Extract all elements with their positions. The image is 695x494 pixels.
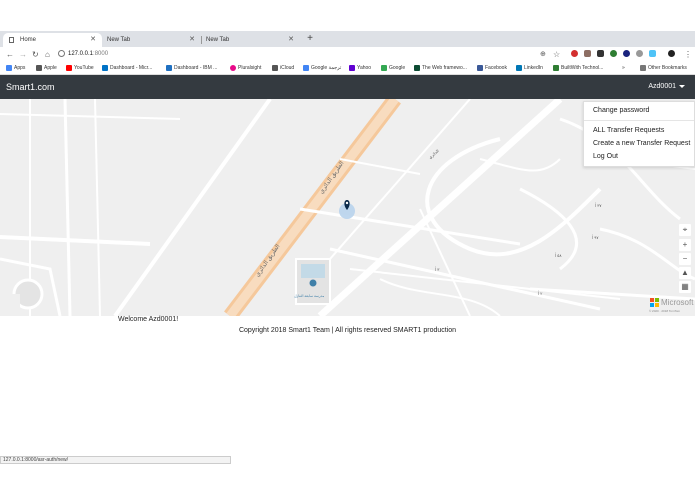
tab-title: New Tab	[107, 37, 131, 43]
welcome-message: Welcome Azd0001!	[118, 316, 179, 323]
site-info-icon[interactable]	[58, 49, 65, 57]
tab-home[interactable]: Home ✕	[3, 33, 102, 47]
bookmark-google-translate[interactable]: Google ترجمة	[303, 62, 341, 74]
apps-grid-icon	[6, 65, 12, 71]
create-transfer-request-link[interactable]: Create a new Transfer Request	[593, 140, 690, 147]
bookmark-star-icon[interactable]: ☆	[553, 47, 560, 62]
web-framework-icon	[414, 65, 420, 71]
azure-icon	[102, 65, 108, 71]
folder-icon	[640, 65, 646, 71]
locate-me-button[interactable]: ⌖	[679, 224, 691, 236]
google-icon	[381, 65, 387, 71]
tab-new-2[interactable]: New Tab ✕	[201, 33, 300, 47]
microsoft-logo-icon	[650, 298, 659, 307]
poi-label: مدرسة سابقة التنازل	[294, 293, 324, 298]
yahoo-icon	[349, 65, 355, 71]
address-bar[interactable]: 127.0.0.1:8000	[58, 48, 528, 60]
home-icon[interactable]: ⌂	[45, 47, 50, 62]
forward-arrow-icon[interactable]: →	[19, 47, 27, 62]
street-label: ٥٨ أ	[555, 252, 562, 258]
user-dropdown-menu: Change password ALL Transfer Requests Cr…	[583, 101, 695, 167]
zoom-in-button[interactable]: +	[679, 239, 691, 251]
bookmark-linkedin[interactable]: LinkedIn	[516, 62, 543, 74]
street-label: ٢ أ	[538, 290, 542, 296]
google-translate-icon	[303, 65, 309, 71]
ibm-icon	[166, 65, 172, 71]
username: Azd0001	[648, 83, 676, 90]
extension-icon[interactable]	[584, 50, 591, 57]
window-top	[0, 0, 695, 31]
zoom-out-button[interactable]: −	[679, 253, 691, 265]
other-bookmarks[interactable]: Other Bookmarks	[640, 62, 687, 74]
extension-blue-icon[interactable]	[623, 50, 630, 57]
app-navbar: Smart1.com Azd0001	[0, 75, 695, 99]
facebook-icon	[477, 65, 483, 71]
new-tab-button[interactable]: +	[305, 31, 315, 47]
brand-link[interactable]: Smart1.com	[6, 75, 55, 99]
bookmark-web-framework[interactable]: The Web framewo...	[414, 62, 467, 74]
avatar[interactable]	[668, 50, 675, 57]
bookmarks-bar: Apps Apple YouTube Dashboard - Micr... D…	[0, 62, 695, 75]
map-provider-label: Microsoft	[661, 298, 694, 307]
bookmark-dashboard-ibm[interactable]: Dashboard - IBM ...	[166, 62, 217, 74]
back-arrow-icon[interactable]: ←	[6, 47, 14, 62]
tab-title: New Tab	[206, 37, 230, 43]
bookmark-google[interactable]: Google	[381, 62, 405, 74]
footer-copyright: Copyright 2018 Smart1 Team | All rights …	[238, 327, 457, 334]
bookmarks-overflow-icon[interactable]: »	[622, 62, 625, 74]
location-icon[interactable]: ⊕	[540, 47, 546, 62]
tab-strip: Home ✕ New Tab ✕ New Tab ✕	[0, 31, 695, 47]
bookmark-dashboard-microsoft[interactable]: Dashboard - Micr...	[102, 62, 152, 74]
status-bar-url: 127.0.0.1:8000/asr-auth/new/	[0, 456, 231, 464]
all-transfer-requests-link[interactable]: ALL Transfer Requests	[593, 127, 664, 134]
extension-green-icon[interactable]	[610, 50, 617, 57]
bookmark-facebook[interactable]: Facebook	[477, 62, 507, 74]
url-port: :8000	[93, 51, 109, 57]
street-label: ٣٧ أ	[595, 202, 602, 208]
extension-grey-icon[interactable]	[636, 50, 643, 57]
linkedin-icon	[516, 65, 522, 71]
close-icon[interactable]: ✕	[189, 33, 195, 47]
bookmark-yahoo[interactable]: Yahoo	[349, 62, 371, 74]
compass-button[interactable]: ▲	[679, 267, 691, 279]
map-copyright: © 2020 · 2018 TomTom	[649, 309, 681, 313]
pluralsight-icon	[230, 65, 236, 71]
change-password-link[interactable]: Change password	[593, 107, 649, 114]
reload-icon[interactable]: ↻	[32, 47, 39, 62]
bookmark-youtube[interactable]: YouTube	[66, 62, 94, 74]
extension-translate-icon[interactable]	[649, 50, 656, 57]
bookmark-builtwith[interactable]: BuiltWith Technol...	[553, 62, 603, 74]
apple-icon	[36, 65, 42, 71]
bookmark-icloud[interactable]: iCloud	[272, 62, 294, 74]
more-menu-icon[interactable]: ⋮	[684, 47, 692, 62]
bookmark-apps[interactable]: Apps	[6, 62, 25, 74]
icloud-icon	[272, 65, 278, 71]
address-toolbar: ← → ↻ ⌂ 127.0.0.1:8000 ⊕ ☆ ⋮	[0, 47, 695, 62]
caret-down-icon	[679, 84, 685, 88]
logout-link[interactable]: Log Out	[593, 153, 618, 160]
close-icon[interactable]: ✕	[90, 33, 96, 47]
user-dropdown-toggle[interactable]: Azd0001	[648, 75, 685, 99]
tab-title: Home	[20, 37, 37, 43]
close-icon[interactable]: ✕	[288, 33, 294, 47]
page-icon	[9, 37, 14, 43]
map-style-button[interactable]: ▦	[679, 281, 691, 293]
bookmark-pluralsight[interactable]: Pluralsight	[230, 62, 261, 74]
builtwith-icon	[553, 65, 559, 71]
street-label: ٩٧ أ	[592, 234, 599, 240]
extension-opera-icon[interactable]	[571, 50, 578, 57]
extension-k-icon[interactable]	[597, 50, 604, 57]
url-host: 127.0.0.1	[68, 51, 94, 57]
dropdown-divider	[584, 120, 694, 121]
bookmark-apple[interactable]: Apple	[36, 62, 57, 74]
youtube-icon	[66, 65, 72, 71]
tab-new-1[interactable]: New Tab ✕	[102, 33, 201, 47]
